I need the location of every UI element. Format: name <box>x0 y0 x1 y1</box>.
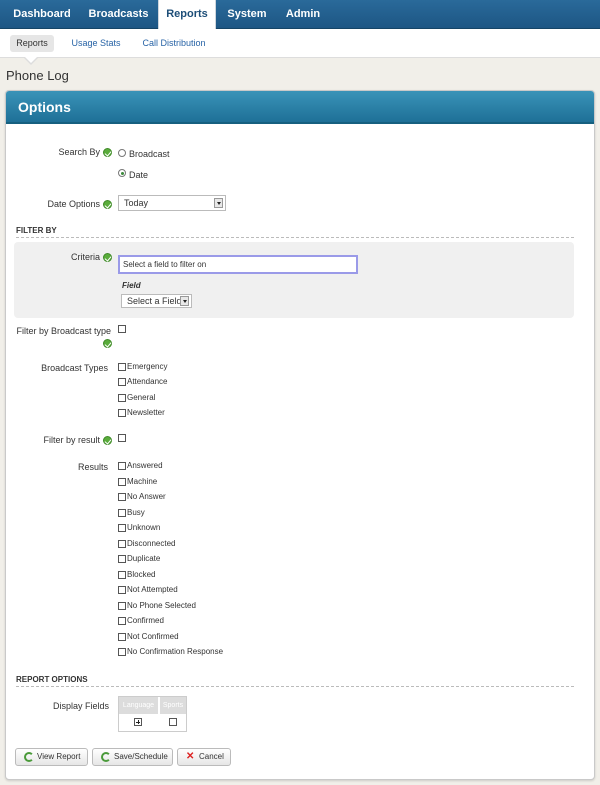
search-by-label: Search By <box>58 147 100 157</box>
checkbox[interactable] <box>118 602 126 610</box>
divider <box>16 237 574 238</box>
result-label: Answered <box>127 461 163 470</box>
result-label: Not Confirmed <box>127 632 179 641</box>
report-options-heading: REPORT OPTIONS <box>16 675 88 684</box>
date-options-label: Date Options <box>47 199 100 209</box>
save-schedule-label: Save/Schedule <box>114 752 168 761</box>
column-header-sports: Sports <box>159 697 186 714</box>
result-label: Disconnected <box>127 539 176 548</box>
result-label: Duplicate <box>127 554 161 563</box>
field-select-value: Select a Field <box>127 296 182 306</box>
chevron-down-icon <box>180 296 189 306</box>
radio-date[interactable] <box>118 169 126 177</box>
checkbox[interactable] <box>118 478 126 486</box>
result-label: Unknown <box>127 523 161 532</box>
checkbox[interactable] <box>118 540 126 548</box>
result-label: No Confirmation Response <box>127 647 224 656</box>
broadcast-type-label: Attendance <box>127 377 168 386</box>
ok-check-icon <box>103 339 112 348</box>
page-title: Phone Log <box>6 68 69 83</box>
checkbox[interactable] <box>118 462 126 470</box>
broadcast-type-label: Newsletter <box>127 408 165 417</box>
criteria-label: Criteria <box>70 252 100 262</box>
divider <box>16 686 574 687</box>
options-panel: Options Search By Broadcast Date Date Op… <box>5 90 595 780</box>
checkbox[interactable] <box>118 493 126 501</box>
view-report-button[interactable]: View Report <box>15 748 88 766</box>
result-label: No Answer <box>127 492 166 501</box>
checkbox[interactable] <box>118 617 126 625</box>
filter-result-label: Filter by result <box>43 435 100 445</box>
sports-checkbox[interactable] <box>169 718 177 726</box>
tab-admin[interactable]: Admin <box>278 0 328 29</box>
cancel-button[interactable]: ✕ Cancel <box>177 748 231 766</box>
refresh-icon <box>101 752 111 762</box>
ok-check-icon <box>103 253 112 262</box>
panel-header: Options <box>6 91 594 124</box>
criteria-input[interactable]: Select a field to filter on <box>118 255 358 274</box>
filter-result-checkbox[interactable] <box>118 434 126 442</box>
date-options-select[interactable]: Today <box>118 195 226 211</box>
result-label: Machine <box>127 477 158 486</box>
refresh-icon <box>24 752 34 762</box>
subnav-pointer <box>25 57 37 63</box>
field-label: Field <box>122 281 141 290</box>
radio-broadcast-label: Broadcast <box>129 149 170 159</box>
display-fields-label: Display Fields <box>52 701 109 711</box>
broadcast-type-label: General <box>127 393 156 402</box>
close-icon: ✕ <box>186 751 195 762</box>
ok-check-icon <box>103 436 112 445</box>
radio-broadcast[interactable] <box>118 149 126 157</box>
tab-dashboard[interactable]: Dashboard <box>5 0 79 29</box>
filter-by-heading: FILTER BY <box>16 226 57 235</box>
ok-check-icon <box>103 148 112 157</box>
display-fields-table: Language Sports <box>118 696 187 732</box>
results-label: Results <box>77 462 108 472</box>
tab-broadcasts[interactable]: Broadcasts <box>80 0 157 29</box>
checkbox[interactable] <box>118 586 126 594</box>
language-plus-checkbox[interactable] <box>134 718 142 726</box>
result-label: No Phone Selected <box>127 601 196 610</box>
tab-system[interactable]: System <box>218 0 276 29</box>
result-label: Busy <box>127 508 145 517</box>
result-label: Confirmed <box>127 616 164 625</box>
filter-broadcast-type-checkbox[interactable] <box>118 325 126 333</box>
sub-navigation: Reports Usage Stats Call Distribution <box>0 29 600 58</box>
field-select[interactable]: Select a Field <box>121 294 192 308</box>
subnav-call-distribution[interactable]: Call Distribution <box>138 35 210 52</box>
column-header-language: Language <box>119 697 158 714</box>
save-schedule-button[interactable]: Save/Schedule <box>92 748 173 766</box>
checkbox[interactable] <box>118 394 126 402</box>
checkbox[interactable] <box>118 571 126 579</box>
result-label: Not Attempted <box>127 585 178 594</box>
checkbox[interactable] <box>118 363 126 371</box>
panel-title: Options <box>18 99 71 115</box>
broadcast-types-label: Broadcast Types <box>41 363 108 373</box>
checkbox[interactable] <box>118 409 126 417</box>
checkbox[interactable] <box>118 648 126 656</box>
cancel-label: Cancel <box>199 752 224 761</box>
top-navigation: Dashboard Broadcasts Reports System Admi… <box>0 0 600 30</box>
checkbox[interactable] <box>118 633 126 641</box>
date-options-value: Today <box>124 198 149 208</box>
checkbox[interactable] <box>118 555 126 563</box>
result-label: Blocked <box>127 570 156 579</box>
radio-date-label: Date <box>129 170 149 180</box>
checkbox[interactable] <box>118 509 126 517</box>
view-report-label: View Report <box>37 752 81 761</box>
tab-reports[interactable]: Reports <box>158 0 216 30</box>
ok-check-icon <box>103 200 112 209</box>
subnav-usage-stats[interactable]: Usage Stats <box>66 35 126 52</box>
filter-broadcast-type-label: Filter by Broadcast type <box>16 326 111 336</box>
checkbox[interactable] <box>118 524 126 532</box>
checkbox[interactable] <box>118 378 126 386</box>
chevron-down-icon <box>214 198 223 208</box>
broadcast-type-label: Emergency <box>127 362 168 371</box>
subnav-reports[interactable]: Reports <box>10 35 54 52</box>
